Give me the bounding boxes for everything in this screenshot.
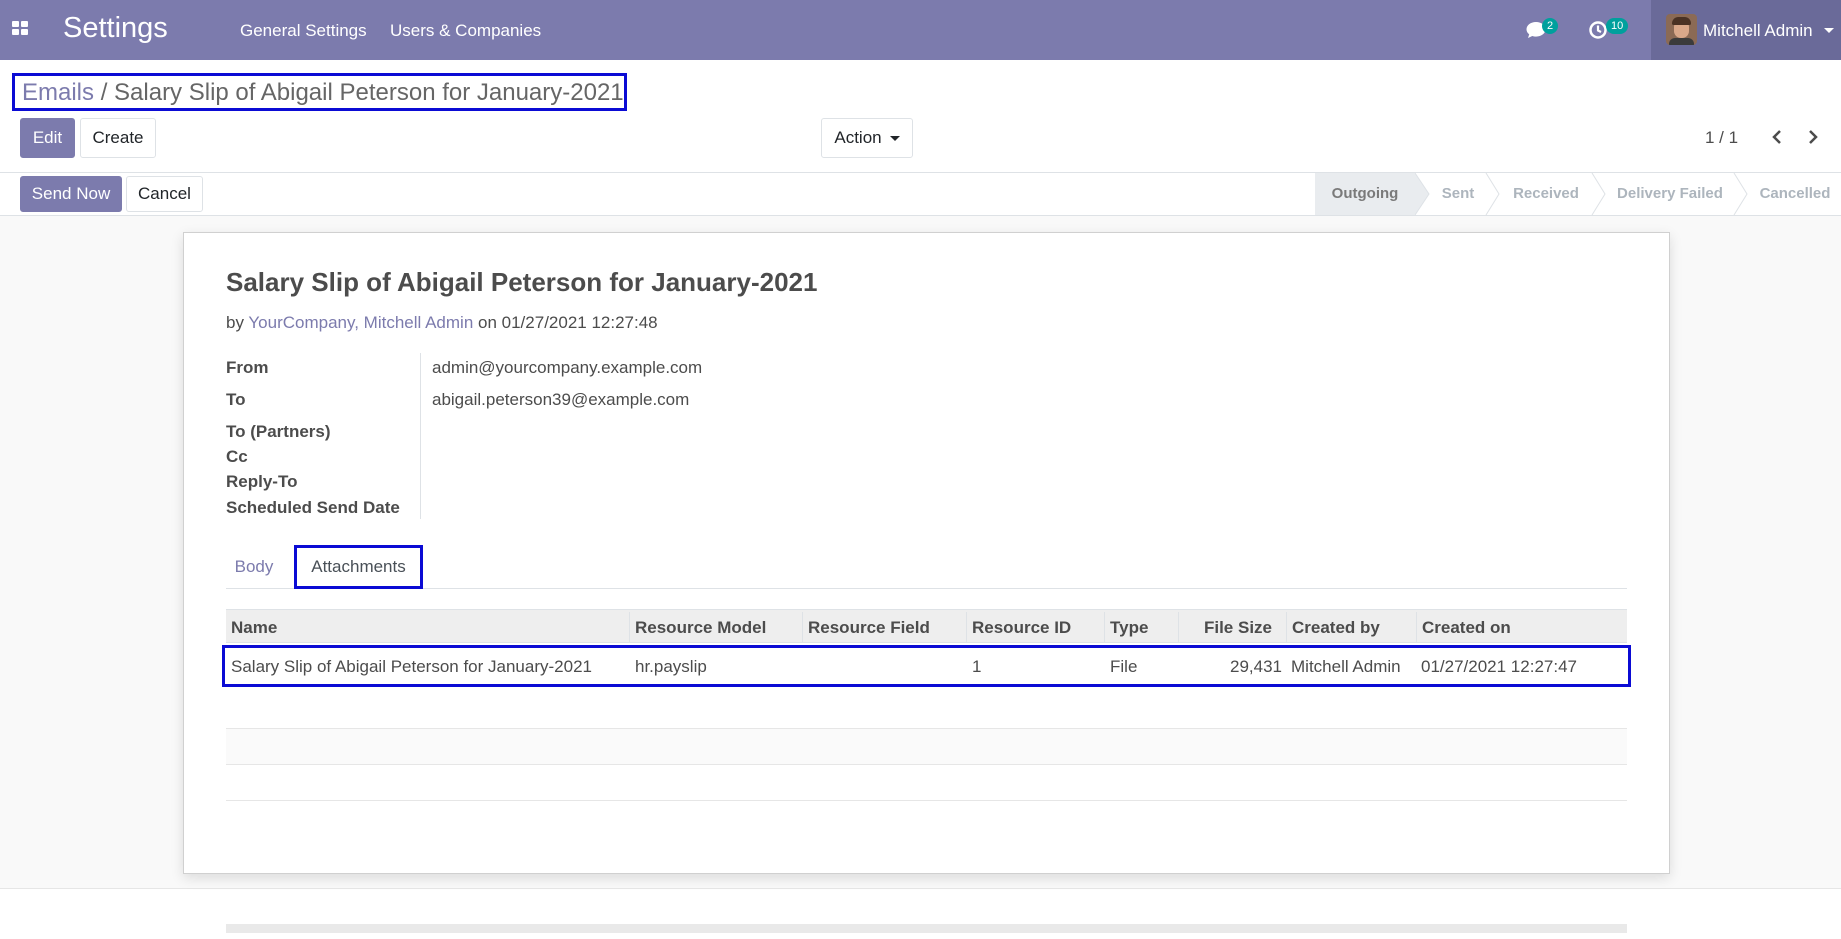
col-resource-id[interactable]: Resource ID (972, 618, 1071, 638)
table-footer (226, 924, 1627, 933)
apps-menu-icon[interactable] (12, 21, 30, 37)
scheduled-date-label: Scheduled Send Date (226, 498, 400, 517)
cell-created-by: Mitchell Admin (1291, 657, 1401, 676)
col-created-on[interactable]: Created on (1422, 618, 1511, 638)
by-prefix: by (226, 313, 244, 332)
stage-outgoing: Outgoing (1315, 173, 1415, 215)
edit-button[interactable]: Edit (20, 118, 75, 158)
col-file-size[interactable]: File Size (1204, 618, 1272, 638)
empty-row (226, 693, 1627, 729)
from-label: From (226, 358, 269, 377)
reply-to-label: Reply-To (226, 472, 298, 491)
menu-users-companies[interactable]: Users & Companies (390, 21, 541, 41)
col-name[interactable]: Name (231, 618, 277, 638)
mail-subject: Salary Slip of Abigail Peterson for Janu… (226, 267, 818, 297)
create-button[interactable]: Create (80, 118, 156, 158)
cc-label: Cc (226, 447, 248, 466)
breadcrumb-separator: / (100, 79, 108, 106)
cell-created-on: 01/27/2021 12:27:47 (1421, 657, 1577, 676)
form-sheet: Salary Slip of Abigail Peterson for Janu… (183, 232, 1670, 933)
breadcrumb-emails-link[interactable]: Emails (22, 79, 94, 106)
breadcrumb: Emails / Salary Slip of Abigail Peterson… (12, 73, 627, 111)
menu-general-settings[interactable]: General Settings (240, 21, 367, 41)
cancel-button[interactable]: Cancel (126, 176, 203, 212)
pager-value[interactable]: 1 / 1 (1705, 128, 1738, 148)
chevron-right-icon[interactable] (1808, 130, 1818, 144)
field-divider (420, 353, 421, 519)
action-dropdown[interactable]: Action (821, 118, 913, 158)
messaging-menu[interactable]: 2 (1525, 18, 1565, 42)
table-header: Name Resource Model Resource Field Resou… (226, 609, 1627, 643)
col-resource-field[interactable]: Resource Field (808, 618, 930, 638)
status-bar: Send Now Cancel Outgoing Sent Received D… (0, 172, 1841, 216)
stage-arrow (1591, 173, 1606, 215)
col-resource-model[interactable]: Resource Model (635, 618, 766, 638)
app-title: Settings (63, 12, 168, 44)
user-name: Mitchell Admin (1703, 21, 1813, 40)
from-value: admin@yourcompany.example.com (432, 358, 703, 377)
author-link[interactable]: YourCompany, Mitchell Admin (248, 313, 473, 332)
stage-received[interactable]: Received (1501, 173, 1591, 215)
empty-row (226, 729, 1627, 765)
sent-date: on 01/27/2021 12:27:48 (478, 313, 658, 332)
chevron-left-icon[interactable] (1772, 130, 1782, 144)
send-now-button[interactable]: Send Now (20, 176, 122, 212)
chevron-down-icon (1824, 28, 1834, 33)
cell-file-size: 29,431 (1230, 657, 1282, 676)
empty-row (226, 765, 1627, 801)
messages-count-badge: 2 (1542, 18, 1559, 34)
tab-attachments[interactable]: Attachments (294, 545, 423, 589)
to-partners-label: To (Partners) (226, 422, 331, 441)
stage-arrow (1485, 173, 1500, 215)
cell-resource-model: hr.payslip (635, 657, 707, 676)
action-label: Action (834, 128, 882, 147)
clock-icon (1589, 21, 1607, 39)
col-created-by[interactable]: Created by (1292, 618, 1380, 638)
mail-byline: by YourCompany, Mitchell Admin on 01/27/… (226, 313, 658, 333)
stage-arrow (1733, 173, 1748, 215)
caret-down-icon (889, 136, 900, 142)
activities-menu[interactable]: 10 (1588, 16, 1638, 42)
stage-cancelled[interactable]: Cancelled (1749, 173, 1841, 215)
stage-delivery-failed[interactable]: Delivery Failed (1607, 173, 1733, 215)
col-type[interactable]: Type (1110, 618, 1148, 638)
top-navbar: Settings General Settings Users & Compan… (0, 0, 1841, 60)
tab-body[interactable]: Body (226, 545, 282, 589)
user-menu[interactable]: Mitchell Admin (1651, 0, 1841, 60)
breadcrumb-current: Salary Slip of Abigail Peterson for Janu… (114, 79, 624, 106)
to-value: abigail.peterson39@example.com (432, 390, 690, 409)
user-avatar (1666, 14, 1697, 45)
stage-arrow (1415, 173, 1430, 215)
tabs-divider (226, 588, 1627, 589)
cell-name: Salary Slip of Abigail Peterson for Janu… (231, 657, 592, 676)
cell-type: File (1110, 657, 1138, 676)
to-label: To (226, 390, 246, 409)
activities-count-badge: 10 (1606, 18, 1629, 34)
stage-sent[interactable]: Sent (1431, 173, 1485, 215)
cell-resource-id: 1 (972, 657, 982, 676)
